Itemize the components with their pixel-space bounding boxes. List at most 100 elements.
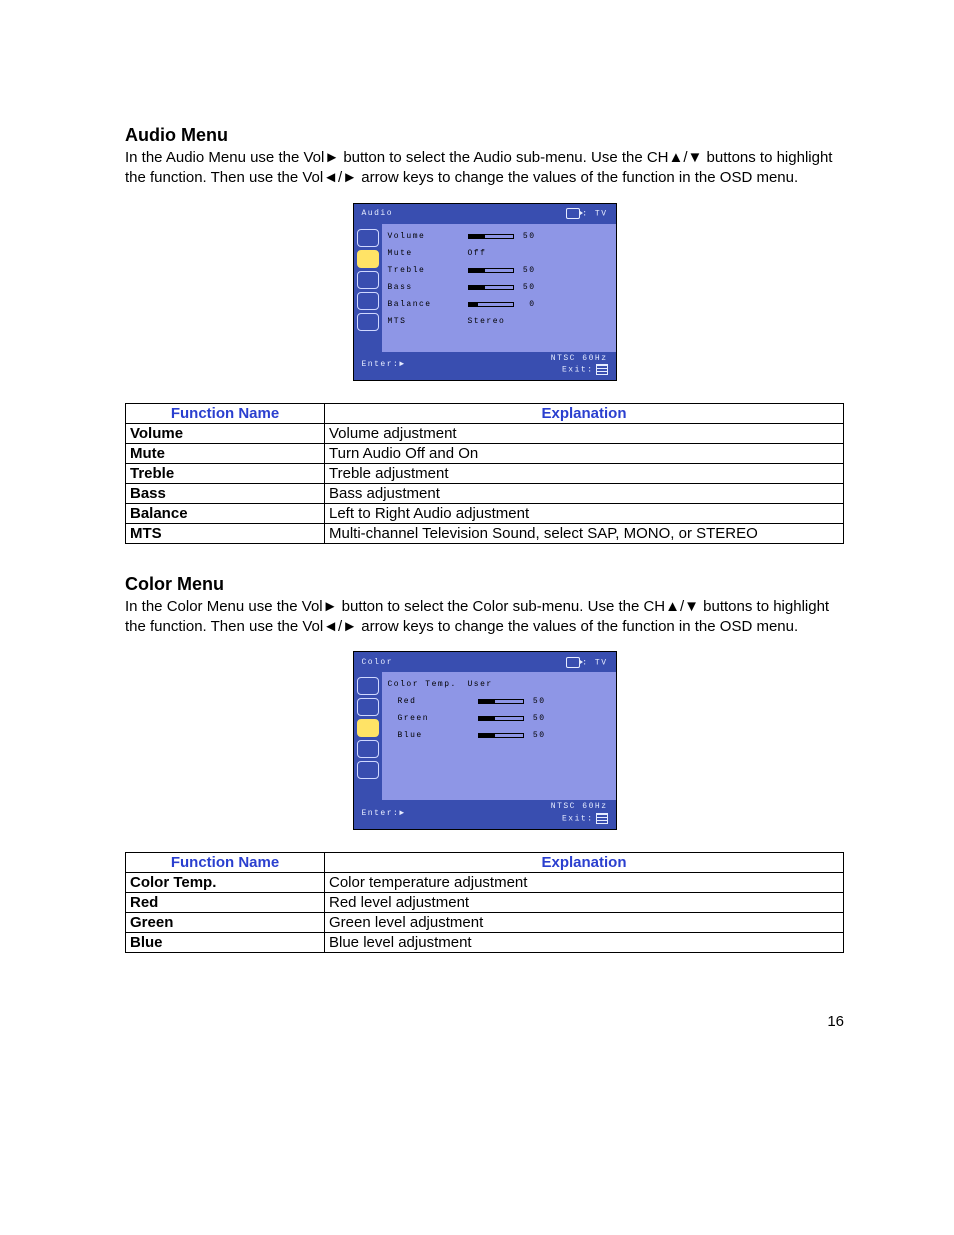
osd-value: 50 — [524, 697, 546, 706]
osd-slider — [468, 285, 514, 290]
osd-value: 0 — [514, 300, 536, 309]
osd-side-icon — [357, 719, 379, 737]
table-cell-name: Blue — [126, 932, 325, 952]
osd-row: Blue 50 — [388, 727, 610, 744]
color-osd-screenshot: Color : TV Color Temp.UserRed50Green50Bl… — [353, 651, 617, 829]
color-osd-footer-right-top: NTSC 60Hz — [551, 802, 608, 811]
table-row: MuteTurn Audio Off and On — [126, 443, 844, 463]
table-row: BassBass adjustment — [126, 483, 844, 503]
table-cell-name: MTS — [126, 523, 325, 543]
table-row: GreenGreen level adjustment — [126, 912, 844, 932]
osd-slider — [478, 733, 524, 738]
table-cell-explanation: Volume adjustment — [325, 423, 844, 443]
table-cell-explanation: Bass adjustment — [325, 483, 844, 503]
table-cell-name: Red — [126, 892, 325, 912]
menu-icon — [596, 813, 608, 824]
table-cell-name: Green — [126, 912, 325, 932]
table-row: BlueBlue level adjustment — [126, 932, 844, 952]
osd-slider — [478, 699, 524, 704]
table-row: MTSMulti-channel Television Sound, selec… — [126, 523, 844, 543]
osd-row: Volume50 — [388, 228, 610, 245]
osd-row: Color Temp.User — [388, 676, 610, 693]
table-row: RedRed level adjustment — [126, 892, 844, 912]
audio-desc: In the Audio Menu use the Vol► button to… — [125, 148, 844, 189]
osd-side-icon — [357, 740, 379, 758]
osd-side-icon — [357, 698, 379, 716]
menu-icon — [596, 364, 608, 375]
input-icon — [566, 657, 580, 668]
table-cell-name: Bass — [126, 483, 325, 503]
osd-row: Red 50 — [388, 693, 610, 710]
table-cell-explanation: Treble adjustment — [325, 463, 844, 483]
page-number: 16 — [125, 1013, 844, 1030]
input-icon — [566, 208, 580, 219]
table-header-ex: Explanation — [325, 403, 844, 423]
osd-slider — [468, 302, 514, 307]
osd-side-icon — [357, 761, 379, 779]
osd-value: 50 — [514, 283, 536, 292]
osd-side-icon — [357, 271, 379, 289]
table-row: VolumeVolume adjustment — [126, 423, 844, 443]
table-header-fn: Function Name — [126, 852, 325, 872]
table-cell-explanation: Multi-channel Television Sound, select S… — [325, 523, 844, 543]
osd-slider — [468, 234, 514, 239]
osd-row: MTSStereo — [388, 313, 610, 330]
osd-row-label: Treble — [388, 266, 468, 275]
osd-row-label: Red — [388, 697, 478, 706]
audio-osd-footer-right-top: NTSC 60Hz — [551, 354, 608, 363]
audio-osd-input: : TV — [582, 210, 607, 219]
audio-osd-footer-left: Enter:► — [362, 360, 406, 369]
color-osd-sidebar — [354, 672, 382, 800]
osd-row-label: Mute — [388, 249, 468, 258]
table-cell-explanation: Turn Audio Off and On — [325, 443, 844, 463]
osd-value: User — [468, 680, 610, 689]
audio-osd-footer-right-bottom: Exit: — [562, 366, 594, 375]
osd-slider — [468, 268, 514, 273]
osd-row-label: Volume — [388, 232, 468, 241]
osd-side-icon — [357, 250, 379, 268]
table-cell-explanation: Color temperature adjustment — [325, 872, 844, 892]
color-osd-footer-left: Enter:► — [362, 809, 406, 818]
osd-value: 50 — [524, 714, 546, 723]
osd-row: Green 50 — [388, 710, 610, 727]
osd-row: Treble 50 — [388, 262, 610, 279]
color-desc: In the Color Menu use the Vol► button to… — [125, 597, 844, 638]
audio-function-table: Function Name Explanation VolumeVolume a… — [125, 403, 844, 544]
osd-row-label: Green — [388, 714, 478, 723]
osd-value: Stereo — [468, 317, 610, 326]
audio-osd-screenshot: Audio : TV Volume50MuteOffTreble50Bass50… — [353, 203, 617, 381]
osd-value: Off — [468, 249, 610, 258]
audio-heading: Audio Menu — [125, 125, 844, 146]
osd-row: MuteOff — [388, 245, 610, 262]
osd-value: 50 — [524, 731, 546, 740]
table-cell-explanation: Blue level adjustment — [325, 932, 844, 952]
osd-row: Bass50 — [388, 279, 610, 296]
table-cell-name: Balance — [126, 503, 325, 523]
osd-side-icon — [357, 677, 379, 695]
table-cell-explanation: Red level adjustment — [325, 892, 844, 912]
table-row: BalanceLeft to Right Audio adjustment — [126, 503, 844, 523]
osd-row-label: Blue — [388, 731, 478, 740]
color-heading: Color Menu — [125, 574, 844, 595]
osd-row-label: Color Temp. — [388, 680, 468, 689]
table-row: Color Temp.Color temperature adjustment — [126, 872, 844, 892]
color-osd-input: : TV — [582, 659, 607, 668]
table-header-ex: Explanation — [325, 852, 844, 872]
color-function-table: Function Name Explanation Color Temp.Col… — [125, 852, 844, 953]
osd-row: Balance 0 — [388, 296, 610, 313]
color-osd-footer-right-bottom: Exit: — [562, 814, 594, 823]
osd-slider — [478, 716, 524, 721]
audio-osd-title: Audio — [362, 209, 394, 218]
osd-row-label: Balance — [388, 300, 468, 309]
osd-value: 50 — [514, 266, 536, 275]
table-cell-name: Color Temp. — [126, 872, 325, 892]
osd-side-icon — [357, 229, 379, 247]
table-header-fn: Function Name — [126, 403, 325, 423]
osd-side-icon — [357, 292, 379, 310]
table-row: TrebleTreble adjustment — [126, 463, 844, 483]
color-osd-body: Color Temp.User Red 50 Green 50 Blue 50 — [382, 672, 616, 800]
color-osd-title: Color — [362, 658, 394, 667]
table-cell-name: Volume — [126, 423, 325, 443]
table-cell-explanation: Green level adjustment — [325, 912, 844, 932]
table-cell-name: Mute — [126, 443, 325, 463]
